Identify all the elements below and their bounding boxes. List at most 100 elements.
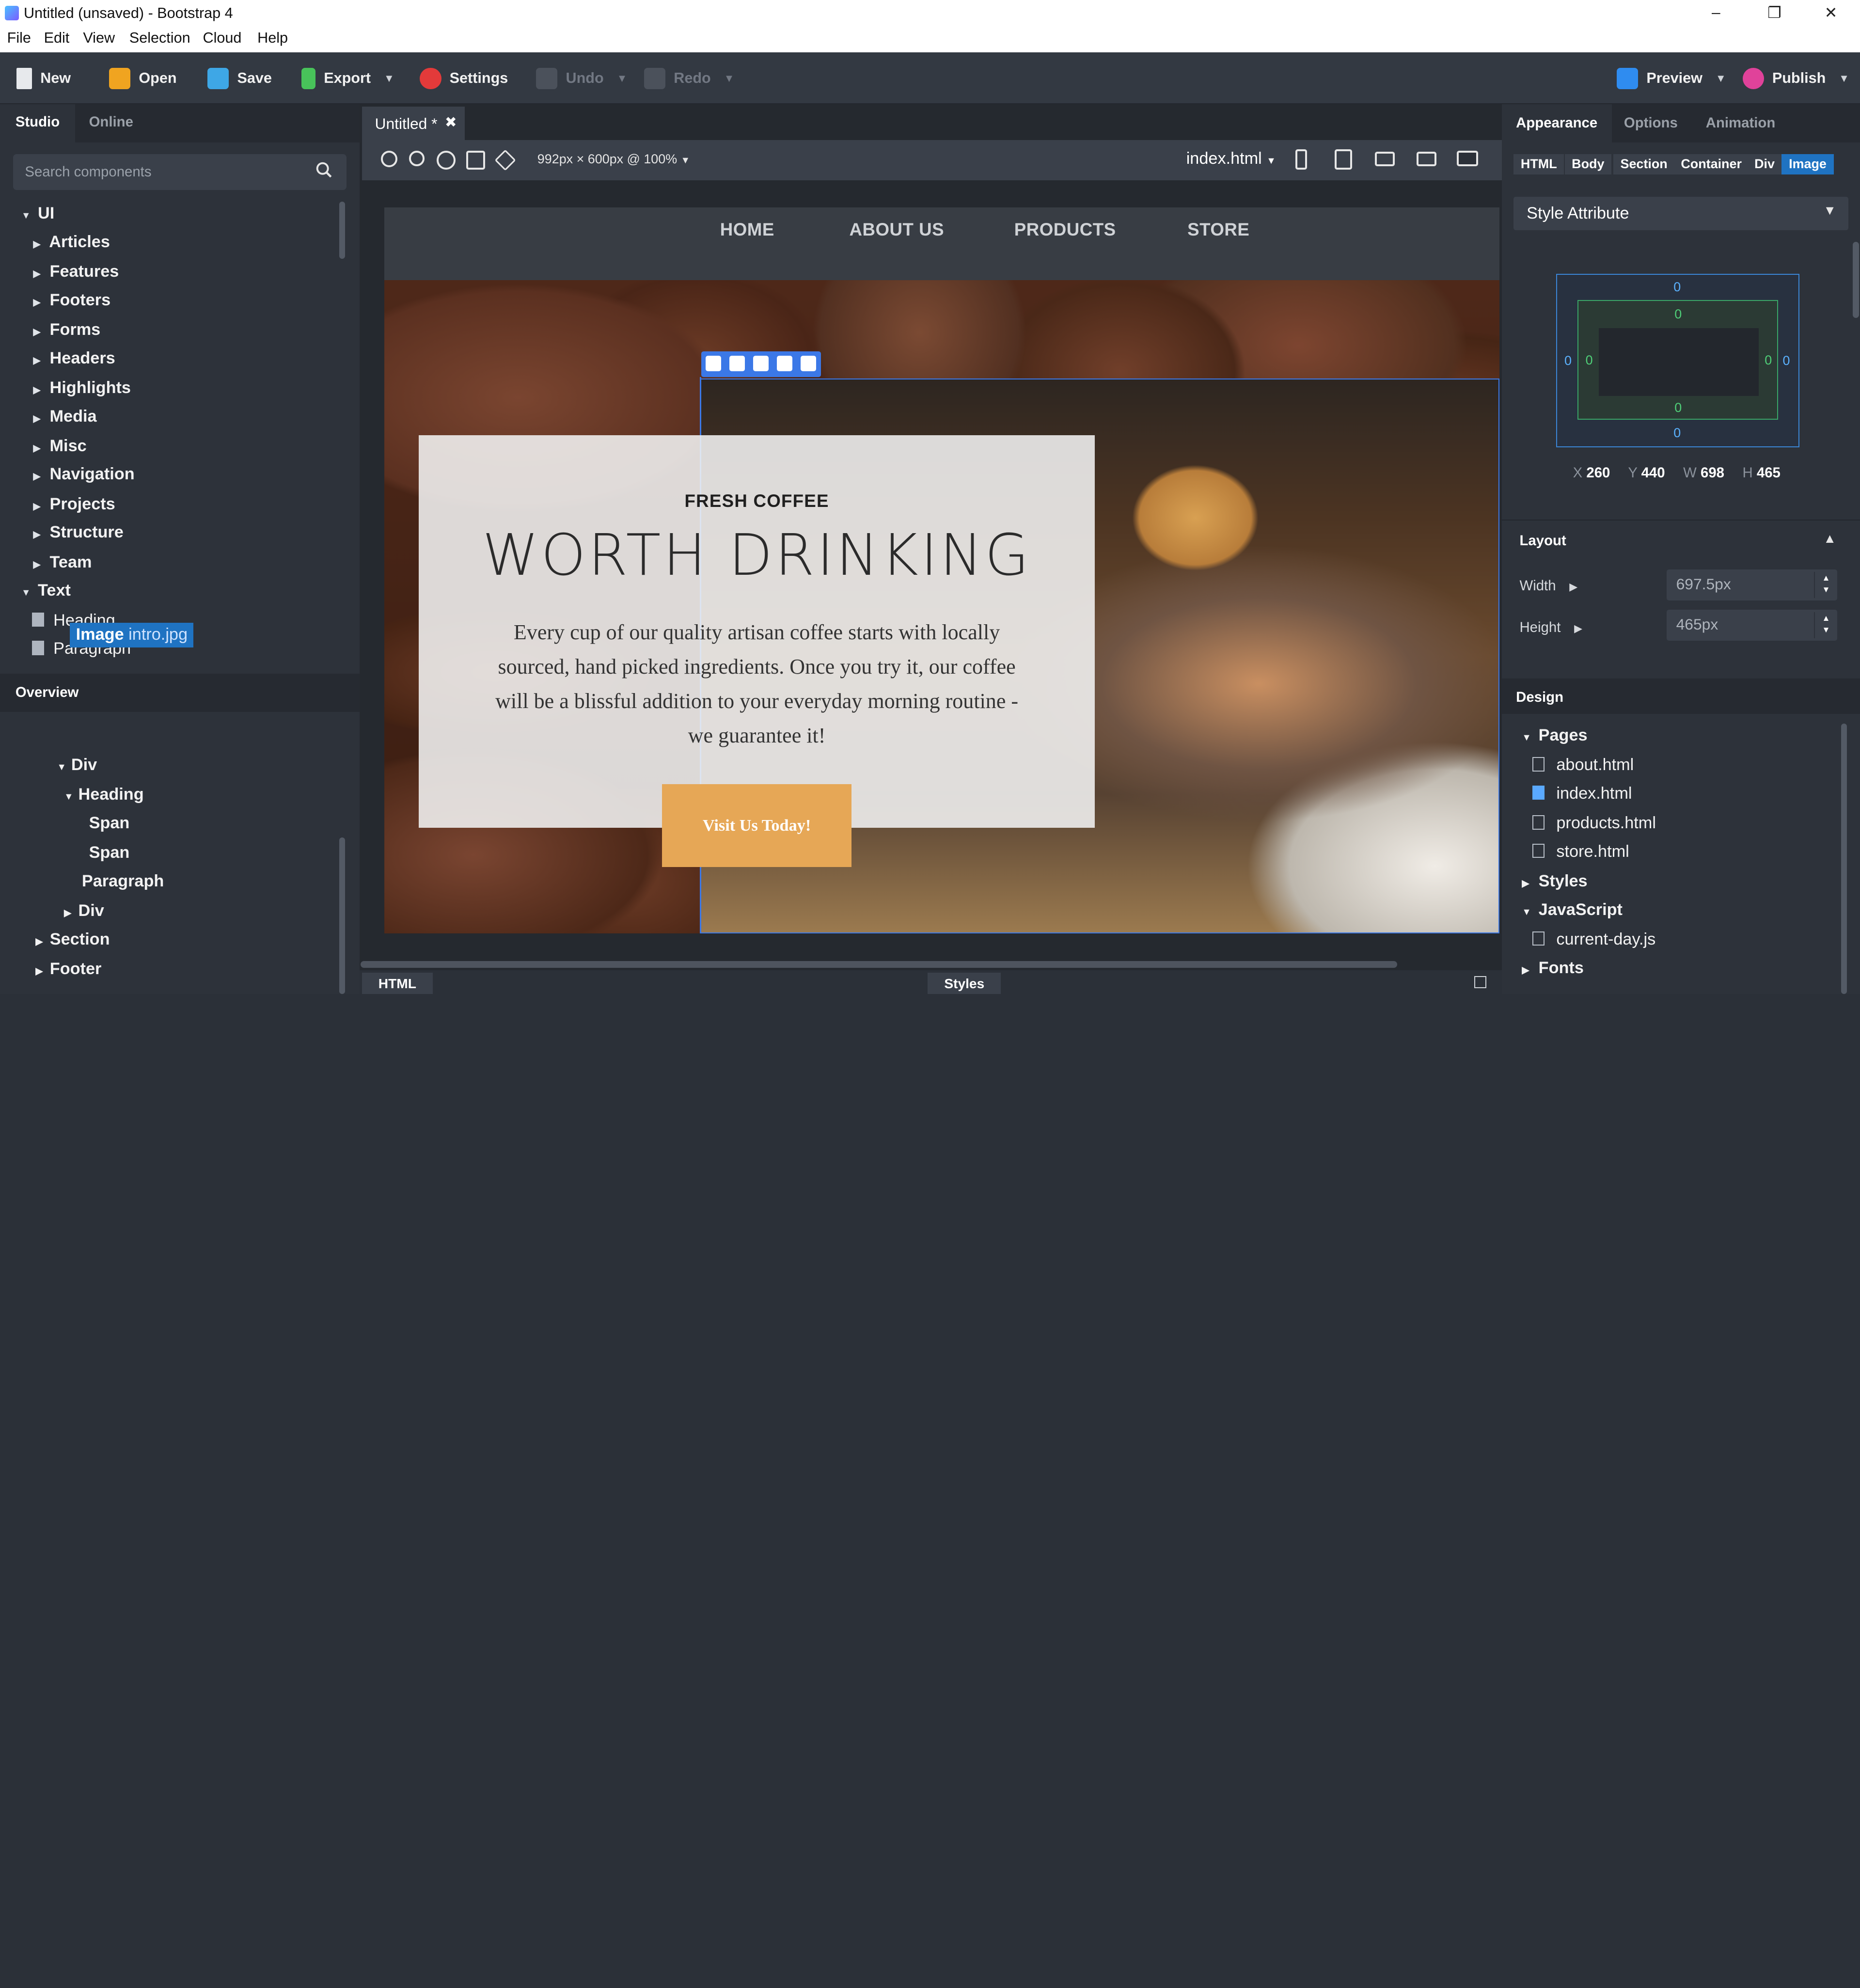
design-styles[interactable]: ▶ Styles [1522, 872, 1587, 898]
tab-animation[interactable]: Animation [1691, 104, 1789, 142]
close-icon[interactable]: ✕ [1825, 3, 1838, 22]
move-icon[interactable] [706, 356, 722, 372]
save-button[interactable]: Save [207, 64, 272, 93]
export-button[interactable]: Export ▼ [301, 64, 394, 93]
visit-us-button[interactable]: Visit Us Today! [662, 784, 852, 868]
crumb-image[interactable]: Image [1781, 154, 1834, 174]
hide-icon[interactable] [777, 356, 793, 372]
menu-view[interactable]: View [83, 30, 115, 47]
tree-item-projects[interactable]: ▶ Projects [33, 495, 115, 521]
crumb-section[interactable]: Section [1613, 154, 1675, 174]
search-icon[interactable] [315, 161, 332, 178]
tree-item-navigation[interactable]: ▶ Navigation [33, 465, 135, 491]
tab-online[interactable]: Online [74, 104, 149, 142]
margin-top-value[interactable]: 0 [1673, 280, 1681, 295]
laptop-icon[interactable] [1416, 152, 1437, 166]
overview-selected-item[interactable]: Image intro.jpg [70, 623, 194, 648]
overview-scrollbar[interactable] [339, 837, 346, 994]
duplicate-icon[interactable] [753, 356, 769, 372]
viewport-dimensions[interactable]: 992px × 600px @ 100% ▼ [537, 152, 690, 167]
menu-cloud[interactable]: Cloud [203, 30, 242, 47]
redo-button[interactable]: Redo ▼ [644, 64, 734, 93]
tree-item-headers[interactable]: ▶ Headers [33, 349, 115, 375]
margin-bottom-value[interactable]: 0 [1673, 426, 1681, 441]
site-nav-about[interactable]: ABOUT US [850, 220, 945, 240]
padding-right-value[interactable]: 0 [1765, 353, 1772, 368]
height-field[interactable]: 465px ▲ ▼ [1667, 610, 1838, 641]
caret-right-icon[interactable]: ▶ [1569, 581, 1577, 593]
padding-bottom-value[interactable]: 0 [1674, 400, 1682, 415]
design-pages[interactable]: ▼ Pages [1522, 726, 1587, 752]
overview-item-span[interactable]: Span [89, 814, 130, 840]
width-field[interactable]: 697.5px ▲ ▼ [1667, 569, 1838, 600]
layers-icon[interactable] [494, 149, 516, 171]
settings-button[interactable]: Settings [420, 64, 508, 93]
tablet-icon[interactable] [1334, 149, 1353, 170]
tree-item-articles[interactable]: ▶ Articles [33, 233, 110, 259]
tab-options[interactable]: Options [1610, 104, 1692, 142]
design-scrollbar[interactable] [1841, 724, 1847, 994]
style-attribute-select[interactable]: Style Attribute ▼ [1513, 197, 1848, 230]
tab-styles[interactable]: Styles [928, 973, 1001, 994]
tree-item-ui[interactable]: ▼ UI [21, 204, 54, 230]
overview-item-section[interactable]: ▶ Section [35, 930, 110, 956]
tab-html[interactable]: HTML [362, 973, 433, 994]
close-tab-icon[interactable]: ✖ [445, 114, 457, 131]
open-button[interactable]: Open [109, 64, 177, 93]
margin-left-value[interactable]: 0 [1564, 353, 1572, 368]
new-button[interactable]: New [16, 64, 71, 93]
overview-item-div[interactable]: ▶ Div [64, 901, 104, 928]
tree-item-forms[interactable]: ▶ Forms [33, 320, 101, 347]
page-item-index[interactable]: index.html [1532, 784, 1632, 810]
site-nav-store[interactable]: STORE [1187, 220, 1249, 240]
publish-button[interactable]: Publish ▼ [1742, 64, 1849, 93]
menu-edit[interactable]: Edit [44, 30, 70, 47]
stepper-icon[interactable]: ▲ ▼ [1813, 571, 1838, 598]
rotate-icon[interactable] [436, 150, 456, 170]
overview-item-div[interactable]: ▼ Div [57, 756, 97, 782]
menu-file[interactable]: File [7, 30, 31, 47]
image-frame-icon[interactable] [466, 150, 486, 170]
crumb-div[interactable]: Div [1747, 154, 1782, 174]
zoom-out-icon[interactable] [409, 150, 425, 166]
page-item-products[interactable]: products.html [1532, 814, 1656, 840]
menu-help[interactable]: Help [257, 30, 288, 47]
undo-button[interactable]: Undo ▼ [536, 64, 627, 93]
canvas-horizontal-scrollbar[interactable] [361, 961, 1398, 968]
tree-item-team[interactable]: ▶ Team [33, 553, 92, 579]
search-input[interactable]: Search components [13, 154, 347, 190]
tree-item-highlights[interactable]: ▶ Highlights [33, 379, 131, 405]
padding-top-value[interactable]: 0 [1674, 307, 1682, 322]
tree-item-footers[interactable]: ▶ Footers [33, 291, 111, 317]
page-item-about[interactable]: about.html [1532, 756, 1634, 782]
tree-item-structure[interactable]: ▶ Structure [33, 523, 124, 549]
trash-icon[interactable] [801, 356, 816, 372]
desktop-icon[interactable] [1456, 150, 1478, 166]
overview-item-span[interactable]: Span [89, 843, 130, 869]
tablet-landscape-icon[interactable] [1374, 152, 1395, 166]
design-canvas[interactable]: HOME ABOUT US PRODUCTS STORE FRESH COFFE… [384, 207, 1499, 934]
tree-item-misc[interactable]: ▶ Misc [33, 437, 87, 463]
properties-scrollbar[interactable] [1853, 242, 1859, 318]
page-item-store[interactable]: store.html [1532, 842, 1629, 868]
site-nav-products[interactable]: PRODUCTS [1014, 220, 1116, 240]
minimize-icon[interactable]: – [1712, 3, 1720, 21]
site-nav-home[interactable]: HOME [720, 220, 774, 240]
menu-selection[interactable]: Selection [129, 30, 190, 47]
overview-item-footer[interactable]: ▶ Footer [35, 960, 101, 986]
zoom-in-icon[interactable] [380, 150, 397, 168]
select-parent-icon[interactable] [729, 356, 745, 372]
document-tab[interactable]: Untitled * ✖ [362, 107, 465, 140]
margin-right-value[interactable]: 0 [1782, 353, 1790, 368]
design-javascript[interactable]: ▼ JavaScript [1522, 900, 1623, 927]
expand-panel-icon[interactable] [1474, 976, 1486, 988]
design-fonts[interactable]: ▶ Fonts [1522, 959, 1583, 985]
library-scrollbar[interactable] [339, 202, 346, 259]
page-select[interactable]: index.html ▼ [1186, 149, 1276, 168]
preview-button[interactable]: Preview ▼ [1617, 64, 1726, 93]
crumb-body[interactable]: Body [1564, 154, 1612, 174]
overview-item-paragraph[interactable]: Paragraph [82, 872, 164, 898]
phone-icon[interactable] [1295, 149, 1308, 170]
crumb-container[interactable]: Container [1673, 154, 1749, 174]
js-item-current-day[interactable]: current-day.js [1532, 930, 1655, 956]
